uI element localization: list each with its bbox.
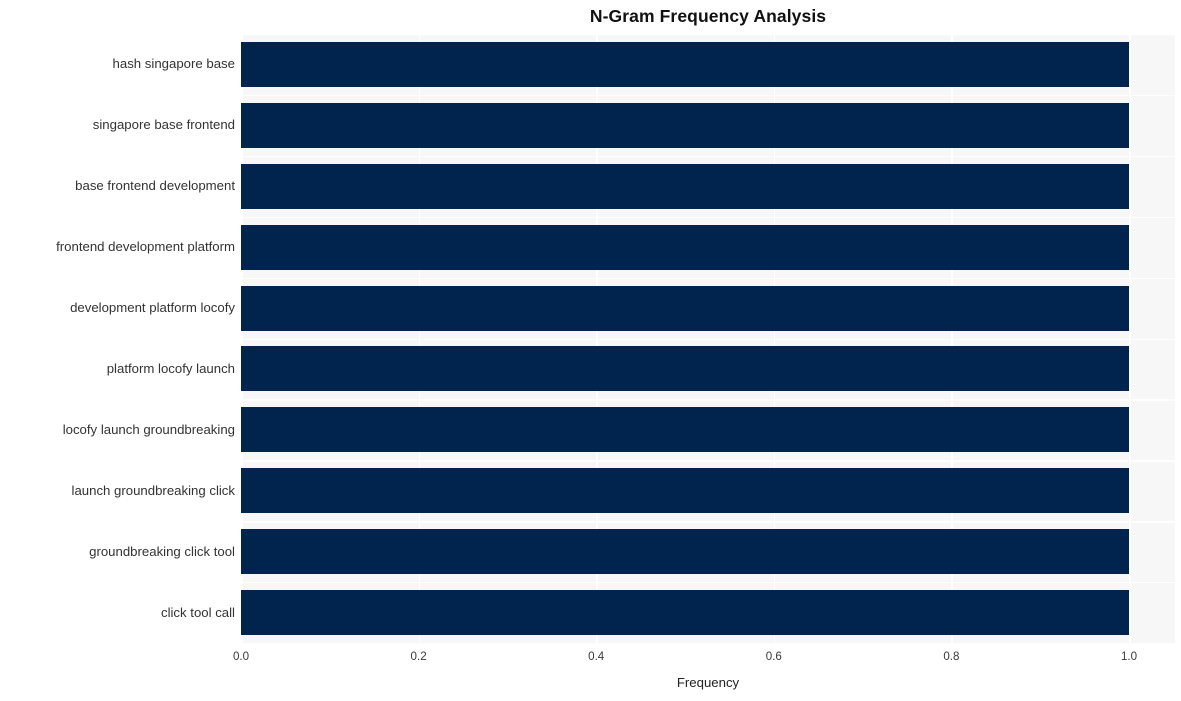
bar[interactable] bbox=[241, 590, 1129, 636]
x-axis-tick-label: 0.8 bbox=[943, 650, 960, 663]
bar[interactable] bbox=[241, 529, 1129, 575]
y-axis-tick-labels: hash singapore base singapore base fronte… bbox=[0, 34, 235, 643]
y-axis-tick-label: frontend development platform bbox=[56, 239, 235, 255]
chart-figure: N-Gram Frequency Analysis hash singapore… bbox=[0, 0, 1181, 701]
y-gridline bbox=[241, 216, 1175, 219]
plot-area bbox=[241, 34, 1175, 643]
y-axis-tick-label: launch groundbreaking click bbox=[71, 482, 235, 498]
bar[interactable] bbox=[241, 41, 1129, 87]
y-gridline bbox=[241, 582, 1175, 584]
bar[interactable] bbox=[241, 163, 1129, 209]
y-axis-tick-label: platform locofy launch bbox=[106, 360, 235, 376]
x-axis-tick-label: 1.0 bbox=[1120, 650, 1138, 663]
x-axis-label: Frequency bbox=[676, 675, 740, 690]
bar[interactable] bbox=[241, 346, 1129, 392]
bar[interactable] bbox=[241, 224, 1129, 270]
y-axis-tick-label: locofy launch groundbreaking bbox=[62, 421, 235, 437]
y-gridline bbox=[241, 277, 1175, 279]
x-axis-tick-label: 0.4 bbox=[588, 650, 605, 663]
x-axis-tick-label: 0.0 bbox=[232, 650, 250, 663]
y-gridline bbox=[241, 521, 1175, 523]
bar[interactable] bbox=[241, 468, 1129, 514]
x-axis-tick-label: 0.2 bbox=[410, 650, 427, 663]
y-axis-tick-label: development platform locofy bbox=[70, 300, 235, 316]
y-gridline bbox=[241, 155, 1175, 158]
y-axis-tick-label: singapore base frontend bbox=[92, 117, 235, 133]
y-gridline bbox=[241, 34, 1175, 36]
y-axis-tick-label: base frontend development bbox=[75, 178, 235, 194]
x-axis-tick-labels: 0.0 0.2 0.4 0.6 0.8 1.0 bbox=[0, 650, 1181, 668]
y-axis-tick-label: click tool call bbox=[160, 604, 235, 620]
bar[interactable] bbox=[241, 285, 1129, 331]
y-gridline bbox=[241, 399, 1175, 401]
bar[interactable] bbox=[241, 102, 1129, 148]
y-gridline bbox=[241, 338, 1175, 340]
y-axis-tick-label: hash singapore base bbox=[112, 56, 235, 72]
bar[interactable] bbox=[241, 407, 1129, 453]
y-axis-tick-label: groundbreaking click tool bbox=[89, 543, 235, 559]
y-gridline bbox=[241, 94, 1175, 97]
chart-title: N-Gram Frequency Analysis bbox=[589, 6, 827, 26]
x-axis-tick-label: 0.6 bbox=[765, 650, 782, 663]
y-gridline bbox=[241, 460, 1175, 462]
